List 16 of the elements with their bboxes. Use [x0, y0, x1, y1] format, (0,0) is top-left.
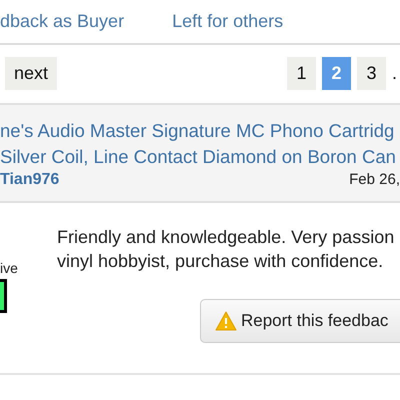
report-button[interactable]: Report this feedbac	[200, 299, 400, 343]
tab-link[interactable]: Left for others	[172, 11, 284, 32]
warning-icon	[215, 311, 237, 331]
page-button[interactable]: 3	[357, 56, 386, 90]
rating-label: ive	[0, 260, 19, 276]
comment-text: Friendly and knowledgeable. Very passion	[57, 226, 396, 249]
username-link[interactable]: Tian976	[0, 171, 60, 189]
tab-link[interactable]: dback as Buyer	[0, 11, 124, 32]
comment-text: vinyl hobbyist, purchase with confidence.	[57, 250, 384, 273]
ellipsis: .	[392, 62, 398, 84]
item-title-link[interactable]: Silver Coil, Line Contact Diamond on Boron Can	[0, 145, 400, 169]
next-button[interactable]: next	[5, 56, 58, 90]
page-button[interactable]: 2	[322, 56, 351, 90]
item-title-link[interactable]: ne's Audio Master Signature MC Phono Cartridg	[0, 119, 400, 143]
date-text: Feb 26,	[349, 171, 400, 188]
page-button[interactable]: 1	[287, 56, 316, 90]
